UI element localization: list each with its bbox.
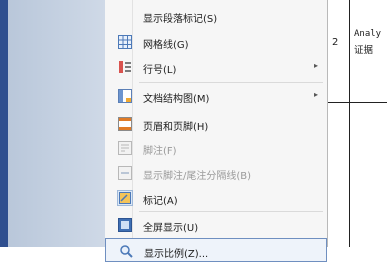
menu-separator bbox=[139, 82, 323, 83]
menu-item-label: 文档结构图(M) bbox=[143, 94, 210, 105]
menu-item-label: 脚注(F) bbox=[143, 146, 177, 157]
table-row-number: 2 bbox=[332, 37, 339, 48]
menu-item-line-numbers[interactable]: 行号(L) ▸ bbox=[105, 55, 327, 79]
separator-icon bbox=[117, 165, 133, 181]
document-map-icon bbox=[117, 88, 133, 104]
menu-item-footnote[interactable]: 脚注(F) bbox=[105, 136, 327, 160]
table-border bbox=[328, 102, 387, 103]
menu-item-header-footer[interactable]: 页眉和页脚(H) bbox=[105, 112, 327, 136]
table-cell-text: Analy bbox=[354, 29, 382, 39]
submenu-arrow-icon: ▸ bbox=[314, 61, 319, 70]
fullscreen-icon bbox=[117, 217, 133, 233]
menu-item-label: 标记(A) bbox=[143, 196, 178, 207]
table-cell-text: 证据 bbox=[354, 45, 374, 56]
menu-item-label: 页眉和页脚(H) bbox=[143, 122, 209, 133]
zoom-icon bbox=[118, 243, 134, 259]
menu-item-label: 显示段落标记(S) bbox=[143, 14, 218, 25]
view-menu: 显示段落标记(S) 网格线(G) 行号(L) ▸ 文档结构图(M) ▸ 页眉和页… bbox=[105, 0, 328, 262]
document-background bbox=[8, 0, 105, 247]
markup-icon bbox=[117, 190, 133, 206]
menu-separator bbox=[139, 211, 323, 212]
menu-item-zoom[interactable]: 显示比例(Z)... bbox=[105, 238, 327, 262]
menu-item-markup[interactable]: 标记(A) bbox=[105, 186, 327, 210]
menu-item-footnote-separator[interactable]: 显示脚注/尾注分隔线(B) bbox=[105, 161, 327, 185]
menu-item-label: 显示脚注/尾注分隔线(B) bbox=[143, 171, 252, 182]
menu-item-label: 行号(L) bbox=[143, 65, 177, 76]
window-edge bbox=[0, 0, 8, 247]
line-numbers-icon bbox=[117, 59, 133, 75]
menu-item-label: 网格线(G) bbox=[143, 40, 189, 51]
table-border bbox=[349, 103, 350, 247]
menu-item-label: 显示比例(Z)... bbox=[144, 249, 209, 260]
grid-icon bbox=[117, 34, 133, 50]
footnote-icon bbox=[117, 140, 133, 156]
header-footer-icon bbox=[117, 116, 133, 132]
submenu-arrow-icon: ▸ bbox=[314, 90, 319, 99]
menu-item-full-screen[interactable]: 全屏显示(U) bbox=[105, 213, 327, 237]
menu-item-label: 全屏显示(U) bbox=[143, 223, 199, 234]
menu-item-show-paragraph-marks[interactable]: 显示段落标记(S) bbox=[105, 4, 327, 28]
table-border bbox=[349, 0, 350, 103]
menu-item-document-map[interactable]: 文档结构图(M) ▸ bbox=[105, 84, 327, 108]
menu-item-gridlines[interactable]: 网格线(G) bbox=[105, 30, 327, 54]
